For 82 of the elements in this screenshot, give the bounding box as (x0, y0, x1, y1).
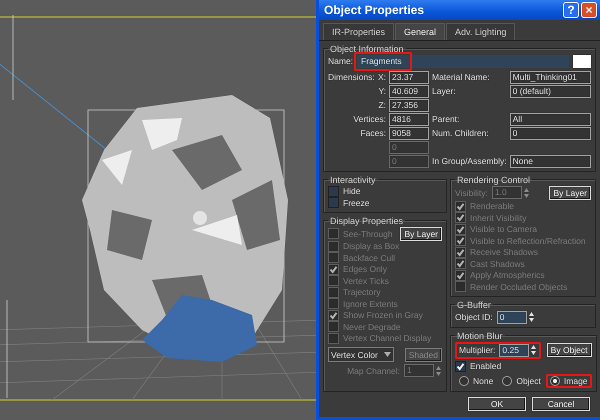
radio-label: Object (516, 376, 541, 386)
by-layer-button[interactable]: By Layer (549, 186, 591, 200)
field-label: Object ID: (455, 312, 493, 322)
radio-label: None (473, 376, 494, 386)
checkbox-label: Apply Atmospherics (470, 270, 545, 280)
group-title: G-Buffer (456, 300, 492, 310)
value-field: 40.609 (389, 84, 429, 98)
help-button[interactable]: ? (563, 2, 579, 18)
spinner-arrows-icon[interactable] (528, 311, 535, 323)
color-swatch[interactable] (573, 54, 591, 68)
radio-button[interactable] (550, 376, 560, 386)
field-label: Vertices: (353, 114, 386, 124)
checkbox-label: Inherit Visibility (470, 212, 527, 223)
field-label: Layer: (432, 86, 457, 96)
spinner-field[interactable]: 0 (496, 310, 527, 324)
group-title: Motion Blur (456, 330, 504, 340)
checkbox-label: Edges Only (343, 264, 387, 274)
checkbox-label: Render Occluded Objects (470, 282, 568, 292)
field-label: Z: (378, 100, 386, 110)
checkbox-label: Trajectory (343, 287, 380, 298)
value-field: 23.37 (389, 70, 429, 84)
field-label: Dimensions: (328, 72, 375, 82)
checkbox-label: Visible to Reflection/Refraction (470, 236, 586, 246)
value-field: Multi_Thinking01 (510, 70, 591, 84)
checkbox-label: Display as Box (343, 241, 400, 252)
checkbox-label: Cast Shadows (470, 258, 525, 269)
checkbox-label: Freeze (343, 198, 370, 208)
checkbox-label: Visible to Camera (470, 224, 537, 234)
value-field: 4816 (389, 112, 429, 126)
dialog-button[interactable]: OK (468, 397, 526, 411)
checkbox-label: Renderable (470, 201, 514, 212)
checkbox-label: Show Frozen in Gray (343, 310, 423, 320)
field-label: Y: (378, 86, 386, 96)
window-title: Object Properties (324, 2, 426, 17)
value-field: 0 (510, 126, 591, 140)
value-field: All (510, 112, 591, 126)
field-label: Map Channel: (347, 366, 400, 376)
field-label: Material Name: (432, 72, 491, 82)
field-label: In Group/Assembly: (432, 156, 507, 166)
checkbox-label: Ignore Extents (343, 298, 398, 309)
dialog-button[interactable]: Cancel (532, 397, 590, 411)
checkbox-label: See-Through (343, 228, 393, 238)
dropdown-arrow-icon (384, 352, 391, 357)
checkbox-label: Enabled (470, 361, 502, 372)
value-field: None (510, 154, 591, 168)
checkbox-label: Backface Cull (343, 252, 395, 263)
field-label: Num. Children: (432, 128, 490, 138)
by-object-button[interactable]: By Object (546, 343, 592, 357)
checkbox[interactable] (455, 360, 466, 372)
color-dropdown[interactable]: Vertex Color (328, 347, 394, 362)
group-title: Object Information (329, 44, 405, 54)
field-label: Faces: (360, 128, 386, 138)
radio-button[interactable] (502, 376, 512, 386)
spinner-field[interactable]: 0.25 (499, 344, 530, 356)
spinner-arrows-icon[interactable] (530, 344, 538, 356)
field-label: Visibility: (455, 188, 488, 198)
tab[interactable]: General (395, 22, 446, 40)
field-label: Multiplier: (459, 345, 496, 355)
value-field: 27.356 (389, 98, 429, 112)
by-layer-button[interactable]: By Layer (400, 226, 442, 240)
group-title: Interactivity (329, 174, 377, 184)
checkbox-label: Vertex Channel Display (343, 333, 432, 344)
value-field: 0 (389, 154, 429, 168)
field-label: X: (378, 72, 386, 82)
value-field: 0 (default) (510, 84, 591, 98)
checkbox-label: Receive Shadows (470, 247, 538, 258)
field-label: Parent: (432, 114, 460, 124)
checkbox[interactable] (328, 186, 339, 197)
tab[interactable]: IR-Properties (323, 22, 394, 40)
value-field: 9058 (389, 126, 429, 140)
checkbox-label: Hide (343, 186, 360, 196)
radio-button[interactable] (459, 376, 469, 386)
checkbox-label: Never Degrade (343, 322, 401, 332)
field-label: Name: (328, 56, 354, 66)
close-button[interactable]: × (581, 2, 597, 18)
radio-label: Image (564, 376, 588, 386)
tab[interactable]: Adv. Lighting (446, 22, 516, 40)
group-title: Rendering Control (456, 174, 532, 184)
value-field: 0 (389, 140, 429, 154)
checkbox-label: Vertex Ticks (343, 276, 389, 286)
group-title: Display Properties (329, 216, 404, 226)
checkbox[interactable] (328, 197, 339, 208)
